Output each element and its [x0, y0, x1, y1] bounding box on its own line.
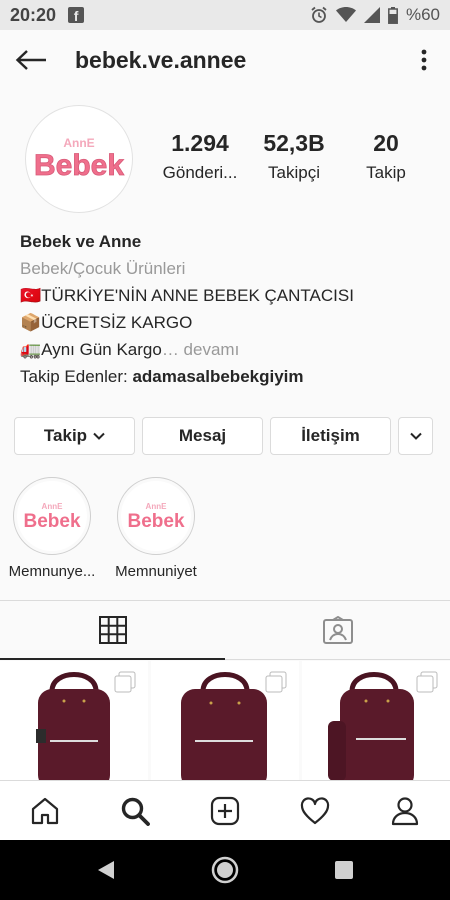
bio-line: 🇹🇷TÜRKİYE'NİN ANNE BEBEK ÇANTACISI [20, 286, 354, 305]
recents-square-icon[interactable] [334, 860, 354, 880]
brand-logo: AnnE Bebek [127, 502, 184, 532]
post-thumbnail[interactable] [302, 661, 450, 780]
nav-home[interactable] [15, 786, 75, 836]
brand-logo: AnnE Bebek [34, 136, 125, 182]
followers-stat[interactable]: 52,3B Takipçi [250, 130, 338, 183]
display-name: Bebek ve Anne [20, 232, 142, 251]
multiple-photos-icon [265, 671, 287, 693]
highlight-cover: AnnE Bebek [121, 481, 191, 551]
highlight-item[interactable]: AnnE Bebek Memnunye... [0, 477, 104, 580]
home-icon [31, 797, 59, 824]
nav-profile[interactable] [375, 786, 435, 836]
highlight-ring: AnnE Bebek [117, 477, 195, 555]
profile-icon [391, 796, 419, 825]
tagged-icon [322, 616, 353, 644]
activity-icon [300, 796, 330, 824]
suggestions-button[interactable] [398, 417, 433, 455]
tab-grid[interactable] [0, 601, 225, 660]
more-options-icon[interactable] [412, 43, 436, 77]
message-label: Mesaj [178, 426, 227, 445]
profile-actions: Takip Mesaj İletişim [14, 417, 433, 455]
signal-icon [363, 7, 380, 23]
contact-label: İletişim [301, 426, 360, 445]
bio-line: 📦ÜCRETSİZ KARGO [20, 313, 193, 332]
followed-by: Takip Edenler: adamasalbebekgiyim [20, 363, 440, 390]
new-post-icon [210, 796, 240, 825]
home-circle-icon[interactable] [211, 856, 239, 884]
wifi-icon [335, 7, 356, 22]
followers-label: Takipçi [268, 163, 320, 182]
brand-logo: AnnE Bebek [23, 502, 80, 532]
logo-small-text: AnnE [42, 502, 64, 511]
post-thumbnail[interactable] [0, 661, 148, 780]
chevron-down-icon [409, 432, 422, 440]
logo-small-text: AnnE [146, 502, 168, 511]
highlight-cover: AnnE Bebek [17, 481, 87, 551]
followers-count: 52,3B [263, 130, 325, 156]
status-bar: 20:20 f %60 [0, 0, 450, 30]
status-icons: %60 [310, 5, 440, 25]
tab-tagged[interactable] [225, 601, 450, 660]
post-grid [0, 661, 450, 780]
post-thumbnail[interactable] [151, 661, 299, 780]
following-stat[interactable]: 20 Takip [338, 130, 434, 183]
more-link[interactable]: … devamı [162, 340, 239, 359]
follow-label: Takip [43, 426, 88, 445]
followed-by-user[interactable]: adamasalbebekgiyim [132, 367, 303, 386]
highlight-label: Memnunye... [8, 563, 96, 580]
facebook-notification-icon: f [68, 7, 85, 23]
system-navigation [0, 840, 450, 900]
posts-label: Gönderi... [162, 163, 238, 182]
highlight-item[interactable]: AnnE Bebek Memnuniyet [104, 477, 208, 580]
follow-button[interactable]: Takip [14, 417, 135, 455]
status-time: 20:20 [10, 4, 57, 25]
message-button[interactable]: Mesaj [142, 417, 263, 455]
highlight-ring: AnnE Bebek [13, 477, 91, 555]
profile-tabs [0, 600, 450, 660]
battery-icon [388, 6, 398, 24]
multiple-photos-icon [114, 671, 136, 693]
nav-activity[interactable] [285, 786, 345, 836]
profile-header: bebek.ve.annee [0, 30, 450, 90]
logo-main-text: Bebek [34, 149, 124, 182]
profile-stats: 1.294 Gönderi... 52,3B Takipçi 20 Takip [150, 130, 440, 183]
logo-main-text: Bebek [127, 511, 184, 532]
back-arrow-icon[interactable] [14, 43, 48, 77]
story-highlights: AnnE Bebek Memnunye... AnnE Bebek Memnun… [0, 477, 208, 580]
chevron-down-icon [93, 432, 105, 440]
contact-button[interactable]: İletişim [270, 417, 391, 455]
bio-line: 🚛Aynı Gün Kargo [20, 340, 162, 359]
logo-main-text: Bebek [23, 511, 80, 532]
category-label: Bebek/Çocuk Ürünleri [20, 259, 186, 278]
followed-by-label: Takip Edenler: [20, 367, 128, 386]
logo-small-text: AnnE [63, 136, 94, 150]
nav-search[interactable] [105, 786, 165, 836]
back-triangle-icon[interactable] [96, 859, 116, 881]
profile-bio: Bebek ve Anne Bebek/Çocuk Ürünleri 🇹🇷TÜR… [20, 228, 440, 390]
following-label: Takip [366, 163, 406, 182]
username-title: bebek.ve.annee [75, 46, 247, 73]
grid-icon [98, 615, 127, 644]
bio-line-truncated: 🚛Aynı Gün Kargo… devamı [20, 336, 440, 363]
profile-avatar[interactable]: AnnE Bebek [25, 105, 133, 213]
multiple-photos-icon [416, 671, 438, 693]
posts-count: 1.294 [171, 130, 229, 156]
alarm-icon [311, 6, 327, 23]
following-count: 20 [373, 130, 399, 156]
bottom-navigation [0, 780, 450, 840]
search-icon [121, 797, 150, 826]
posts-stat[interactable]: 1.294 Gönderi... [150, 130, 250, 183]
battery-percent: %60 [405, 5, 440, 24]
highlight-label: Memnuniyet [115, 563, 197, 580]
nav-new-post[interactable] [195, 786, 255, 836]
